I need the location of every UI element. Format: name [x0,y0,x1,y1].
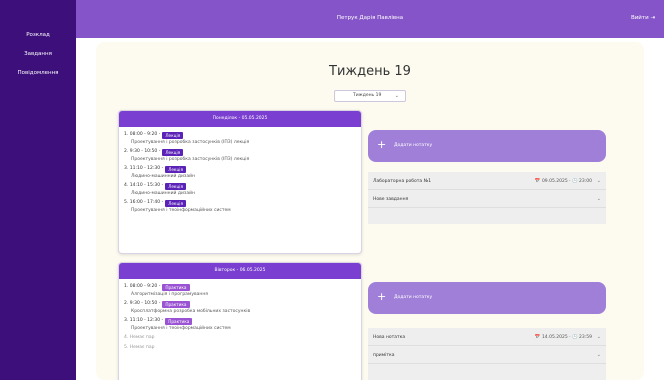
plus-icon: + [377,138,387,151]
lesson-item: 3. 11:10 - 12:30 - Лекція Людино-машинний… [124,165,356,180]
top-bar: Петрук Дарія Павлівна Вийти ⇥ [76,0,664,38]
lesson-type-badge: Лекція [162,148,184,156]
lesson-list: 1. 08:00 - 9:20 - Практика Алгоритмізація… [119,279,361,358]
note-list: Лабораторна робота №1 📅 09.05.2025 · 🕓 2… [368,172,606,224]
lesson-item: 1. 08:00 - 9:20 - Практика Алгоритмізація… [124,283,356,298]
day-card-monday: Понеділок - 05.05.2025 1. 08:00 - 9:20 -… [118,110,362,254]
lesson-time: 1. 08:00 - 9:20 - [124,284,161,289]
lesson-subject: Людино-машинний дизайн [131,191,195,196]
lesson-time: 2. 9:30 - 10:50 - [124,301,161,306]
note-title: Нове завдання [373,197,409,202]
lesson-time: 4. 14:10 - 15:30 - [124,183,164,188]
chevron-down-icon: ⌄ [394,93,399,99]
lesson-subject: Кросплатформна розробка мобільних застос… [131,309,251,314]
lesson-item: 4. 14:10 - 15:30 - Лекція Людино-машинний… [124,182,356,197]
lesson-list: 1. 08:00 - 9:20 - Лекція Проектування і р… [119,127,361,220]
lesson-item: 2. 9:30 - 10:50 - Практика Кросплатформна… [124,300,356,315]
note-title: примітка [373,353,395,358]
day-card-tuesday: Вівторок - 06.05.2025 1. 08:00 - 9:20 -П… [118,262,362,380]
plus-icon: + [377,290,387,303]
chevron-down-icon[interactable]: ⌄ [597,178,601,184]
add-note-label: Додати нотатку [394,295,433,300]
note-row[interactable]: Лабораторна робота №1 📅 09.05.2025 · 🕓 2… [368,172,606,190]
add-note-label: Додати нотатку [394,143,433,148]
note-list: Нова нотатка 📅 14.05.2025 · 🕓 23:59 ⌄ пр… [368,328,606,380]
lesson-subject: Проектування і теоінформаційних систем [131,208,231,213]
note-title: Нова нотатка [373,335,406,340]
lesson-type-badge: Практика [165,317,193,325]
note-title: Лабораторна робота №1 [373,179,432,184]
chevron-down-icon[interactable]: ⌄ [597,334,601,340]
user-name: Петрук Дарія Павлівна [336,15,404,21]
lesson-time: 5. 16:00 - 17:40 - [124,200,164,205]
logout-button[interactable]: Вийти ⇥ [631,15,655,21]
note-row[interactable]: Нова нотатка 📅 14.05.2025 · 🕓 23:59 ⌄ [368,328,606,346]
day-header: Понеділок - 05.05.2025 [119,111,361,127]
empty-slot: 4. Немає пар [124,335,155,340]
lesson-item: 3. 11:10 - 12:30 - Практика Проектування … [124,317,356,332]
note-row[interactable]: примітка ⌄ [368,346,606,364]
lesson-type-badge: Практика [162,283,190,291]
sidebar-item-schedule[interactable]: Розклад [0,32,76,38]
lesson-time: 1. 08:00 - 9:20 - [124,132,161,137]
lesson-subject: Проектування і теоінформаційних систем [131,326,231,331]
main-content: Тиждень 19 Тиждень 19 ⌄ Понеділок - 05.0… [76,38,664,380]
note-deadline: 📅 14.05.2025 · 🕓 23:59 [534,335,592,340]
lesson-type-badge: Лекція [165,165,186,173]
page-title: Тиждень 19 [329,64,411,79]
lesson-subject: Проектування і розробка застосунків (ІПЗ… [131,157,250,162]
lesson-time: 2. 9:30 - 10:50 - [124,149,161,154]
lesson-item: 1. 08:00 - 9:20 - Лекція Проектування і р… [124,131,356,146]
chevron-down-icon[interactable]: ⌄ [597,352,601,358]
lesson-item: 5. 16:00 - 17:40 - Лекція Проектування і … [124,199,356,214]
lesson-time: 3. 11:10 - 12:30 - [124,166,164,171]
add-note-button[interactable]: + Додати нотатку [368,282,606,314]
note-deadline: 📅 09.05.2025 · 🕓 23:00 [534,179,592,184]
lesson-subject: Проектування і розробка застосунків (ІПЗ… [131,140,250,145]
add-note-button[interactable]: + Додати нотатку [368,130,606,162]
sidebar: Розклад Завдання Повідомлення [0,0,76,380]
day-header: Вівторок - 06.05.2025 [119,263,361,279]
lesson-item: 2. 9:30 - 10:50 - Лекція Проектування і р… [124,148,356,163]
week-select-value: Тиждень 19 [353,93,382,98]
week-select[interactable]: Тиждень 19 ⌄ [334,90,406,102]
lesson-type-badge: Лекція [165,199,186,207]
note-row[interactable]: Нове завдання ⌄ [368,190,606,208]
sidebar-item-messages[interactable]: Повідомлення [0,70,76,76]
empty-slot: 5. Немає пар [124,345,155,350]
sidebar-item-tasks[interactable]: Завдання [0,51,76,57]
lesson-time: 3. 11:10 - 12:30 - [124,318,164,323]
lesson-type-badge: Лекція [165,182,186,190]
lesson-type-badge: Практика [162,300,190,308]
chevron-down-icon[interactable]: ⌄ [597,196,601,202]
lesson-subject: Людино-машинний дизайн [131,174,195,179]
lesson-type-badge: Лекція [162,131,184,139]
lesson-subject: Алгоритмізація і програмування [131,292,208,297]
